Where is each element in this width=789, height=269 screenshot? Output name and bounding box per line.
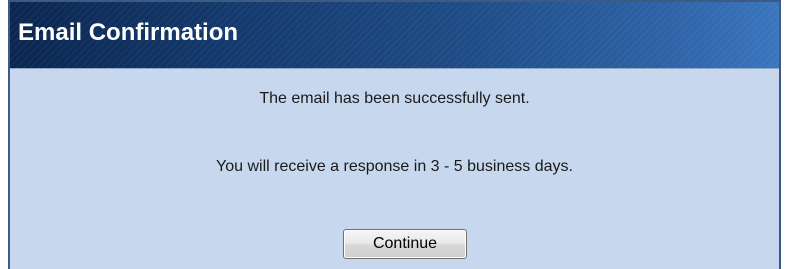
response-time-message: You will receive a response in 3 - 5 bus… <box>216 158 573 175</box>
email-confirmation-dialog: Email Confirmation The email has been su… <box>8 0 781 269</box>
sent-confirmation-message: The email has been successfully sent. <box>259 90 530 107</box>
continue-button[interactable]: Continue <box>343 229 467 259</box>
dialog-title: Email Confirmation <box>18 19 239 46</box>
dialog-title-bar: Email Confirmation <box>10 2 779 69</box>
